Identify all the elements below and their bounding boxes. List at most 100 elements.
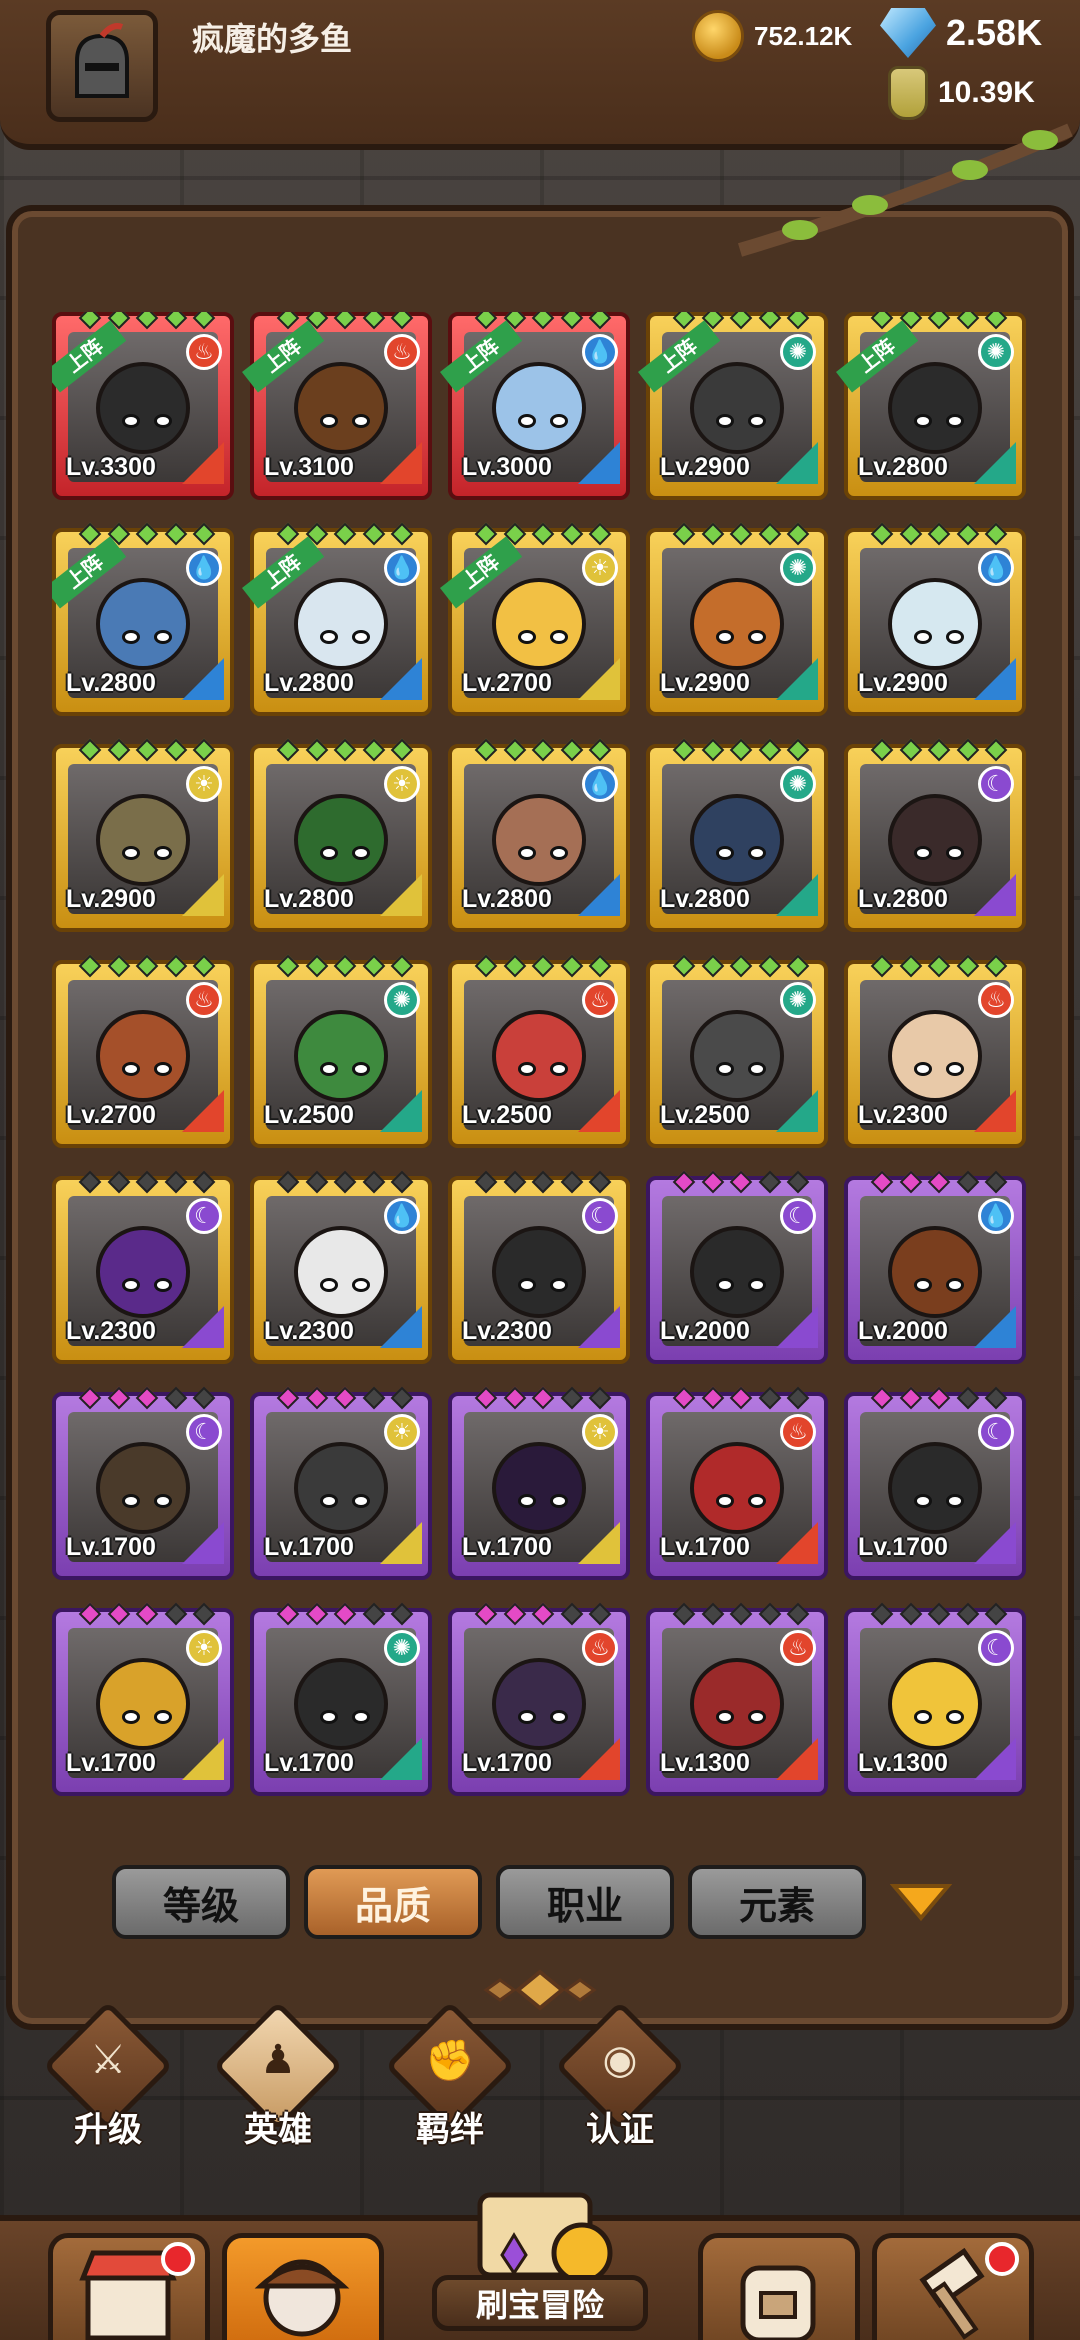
chevron-down-icon[interactable]	[890, 1882, 952, 1922]
hero-eye	[154, 1710, 172, 1724]
star-pip	[984, 1386, 1008, 1410]
shop-button[interactable]	[48, 2233, 210, 2340]
hero-eye	[154, 630, 172, 644]
hero-eye	[320, 1278, 338, 1292]
hero-face	[888, 1010, 982, 1102]
hero-card[interactable]: ☾ Lv.2000	[646, 1170, 828, 1364]
star-pips	[474, 954, 612, 978]
bag-button[interactable]	[698, 2233, 860, 2340]
star-pip	[305, 954, 328, 978]
hero-eye	[716, 1494, 734, 1508]
tab-element[interactable]: 元素	[688, 1865, 866, 1939]
subnav-bonds-label: 羁绊	[416, 2111, 484, 2149]
hero-card[interactable]: ✺ Lv.2500	[646, 954, 828, 1148]
star-pip	[531, 1170, 555, 1194]
hero-level: Lv.3000	[462, 453, 552, 481]
hero-card[interactable]: ☾ Lv.2300	[52, 1170, 234, 1364]
hero-portrait-icon	[254, 2259, 350, 2337]
hero-card[interactable]: ☀ Lv.2800	[250, 738, 432, 932]
star-pip	[78, 1170, 102, 1194]
tab-level[interactable]: 等级	[112, 1865, 290, 1939]
hero-eye	[122, 1062, 140, 1076]
hero-face	[492, 1442, 586, 1534]
hero-level: Lv.1700	[660, 1533, 750, 1561]
star-pip	[984, 738, 1008, 762]
star-pip	[956, 1170, 979, 1194]
hero-level: Lv.2800	[264, 669, 354, 697]
hero-card[interactable]: 上阵 ♨ Lv.3300	[52, 312, 234, 500]
star-pip	[899, 954, 922, 978]
star-pip	[786, 1386, 810, 1410]
hero-card[interactable]: ♨ Lv.2500	[448, 954, 630, 1148]
star-pip	[984, 954, 1008, 978]
hero-card[interactable]: 💧 Lv.2800	[448, 738, 630, 932]
star-pip	[560, 522, 583, 546]
hero-card[interactable]: ♨ Lv.1300	[646, 1602, 828, 1796]
hero-card[interactable]: ☾ Lv.1700	[52, 1386, 234, 1580]
subnav-upgrade-label: 升级	[74, 2111, 142, 2149]
hero-card[interactable]: 上阵 ☀ Lv.2700	[440, 522, 630, 716]
hero-card[interactable]: ☀ Lv.1700	[52, 1602, 234, 1796]
star-pip	[276, 522, 300, 546]
hero-card[interactable]: 💧 Lv.2900	[844, 522, 1026, 716]
hero-card[interactable]: ♨ Lv.2700	[52, 954, 234, 1148]
forge-button[interactable]	[872, 2233, 1034, 2340]
hero-card[interactable]: ✺ Lv.2500	[250, 954, 432, 1148]
hero-card[interactable]: ☀ Lv.2900	[52, 738, 234, 932]
hero-eye	[320, 1062, 338, 1076]
hero-card[interactable]: 上阵 💧 Lv.3000	[440, 312, 630, 500]
hero-card[interactable]: ✺ Lv.1700	[250, 1602, 432, 1796]
hero-card[interactable]: ♨ Lv.2300	[844, 954, 1026, 1148]
hero-card[interactable]: ☀ Lv.1700	[250, 1386, 432, 1580]
hero-card[interactable]: ✺ Lv.2800	[646, 738, 828, 932]
tab-quality[interactable]: 品质	[304, 1865, 482, 1939]
hero-card[interactable]: 上阵 💧 Lv.2800	[242, 522, 432, 716]
star-pip	[107, 1602, 130, 1626]
dark-element-icon: ☾	[978, 1630, 1014, 1666]
hero-card[interactable]: 上阵 ♨ Lv.3100	[242, 312, 432, 500]
star-pip	[588, 954, 612, 978]
hero-face	[294, 578, 388, 670]
star-pip	[701, 1602, 724, 1626]
hero-card[interactable]: ☾ Lv.1700	[844, 1386, 1026, 1580]
tab-class[interactable]: 职业	[496, 1865, 674, 1939]
hero-card[interactable]: ☾ Lv.2300	[448, 1170, 630, 1364]
star-pips	[474, 1602, 612, 1626]
treasure-adventure-button[interactable]: 刷宝冒险	[392, 2185, 688, 2340]
subnav-bonds[interactable]: ✊ 羁绊	[382, 2000, 516, 2160]
hero-card[interactable]: 上阵 ✺ Lv.2800	[836, 312, 1026, 500]
subnav-upgrade[interactable]: ⚔ 升级	[40, 2000, 174, 2160]
hero-card[interactable]: ☾ Lv.2800	[844, 738, 1026, 932]
hero-eye	[122, 846, 140, 860]
subnav-heroes[interactable]: ♟ 英雄	[210, 2000, 344, 2160]
hero-card[interactable]: 💧 Lv.2000	[844, 1170, 1026, 1364]
light-element-icon: ☀	[384, 1414, 420, 1450]
hero-card[interactable]: ♨ Lv.1700	[448, 1602, 630, 1796]
star-pips	[870, 738, 1008, 762]
heroes-nav-button[interactable]	[222, 2233, 384, 2340]
hero-level: Lv.2300	[462, 1317, 552, 1345]
hero-eye	[748, 630, 766, 644]
hero-level: Lv.2800	[660, 885, 750, 913]
star-pips	[78, 1602, 216, 1626]
star-pip	[899, 1386, 922, 1410]
subnav-certify[interactable]: ◉ 认证	[552, 2000, 686, 2160]
hero-card[interactable]: ☾ Lv.1300	[844, 1602, 1026, 1796]
hero-card[interactable]: 上阵 💧 Lv.2800	[52, 522, 234, 716]
star-pip	[729, 954, 753, 978]
gem-counter: 2.58K	[880, 8, 1042, 58]
hero-card[interactable]: ☀ Lv.1700	[448, 1386, 630, 1580]
hero-card[interactable]: 上阵 ✺ Lv.2900	[638, 312, 828, 500]
player-avatar[interactable]	[46, 10, 158, 122]
star-pip	[333, 1170, 357, 1194]
hero-card[interactable]: ✺ Lv.2900	[646, 522, 828, 716]
hero-level: Lv.3300	[66, 453, 156, 481]
subnav-heroes-label: 英雄	[244, 2111, 312, 2149]
hero-eye	[352, 414, 370, 428]
hero-card[interactable]: ♨ Lv.1700	[646, 1386, 828, 1580]
gold-coin-icon	[692, 10, 744, 62]
hero-card[interactable]: 💧 Lv.2300	[250, 1170, 432, 1364]
star-pips	[276, 738, 414, 762]
star-pip	[588, 1602, 612, 1626]
star-pips	[474, 738, 612, 762]
